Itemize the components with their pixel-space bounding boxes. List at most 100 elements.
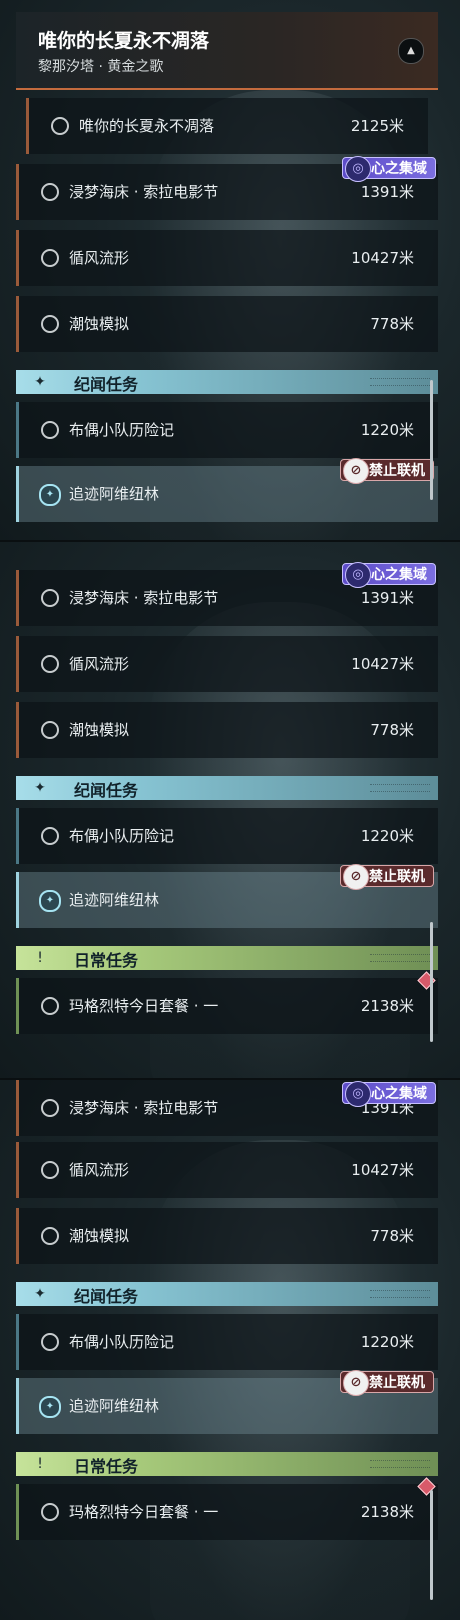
quest-label: 浸梦海床 · 索拉电影节 [69, 183, 219, 201]
quest-label: 潮蚀模拟 [69, 315, 130, 333]
alert-icon: ! [37, 950, 43, 966]
circle-icon [41, 249, 59, 267]
quest-label: 潮蚀模拟 [69, 1227, 130, 1245]
quest-distance: 1220米 [360, 827, 414, 845]
quest-label: 循风流形 [69, 655, 130, 673]
quest-distance: 2125米 [350, 117, 404, 135]
quest-step-row[interactable]: 唯你的长夏永不凋落 2125米 [26, 98, 428, 154]
quest-row-doll[interactable]: 布偶小队历险记 1220米 [16, 402, 438, 458]
no-multiplayer-icon: ⊘ [343, 458, 369, 484]
section-title: 纪闻任务 [74, 781, 139, 800]
quest-label: 玛格烈特今日套餐 · 一 [69, 1503, 219, 1521]
quest-label: 布偶小队历险记 [69, 1333, 175, 1351]
section-title: 纪闻任务 [74, 375, 139, 394]
circle-icon [41, 1333, 59, 1351]
decorative-stamp [370, 1460, 430, 1468]
tracking-icon: ✦ [39, 484, 61, 506]
quest-label: 浸梦海床 · 索拉电影节 [69, 589, 219, 607]
scrollbar[interactable] [430, 922, 433, 1042]
circle-icon [41, 1099, 59, 1117]
no-online-badge-label: 禁止联机 [369, 869, 425, 885]
no-online-badge-label: 禁止联机 [369, 463, 425, 479]
quest-label: 潮蚀模拟 [69, 721, 130, 739]
realm-badge-label: 心之集域 [371, 567, 427, 583]
decorative-stamp [370, 784, 430, 792]
section-title: 日常任务 [74, 1457, 139, 1476]
scrollbar[interactable] [430, 1490, 433, 1600]
quest-row-doll[interactable]: 布偶小队历险记 1220米 [16, 1314, 438, 1370]
section-header-chronicle[interactable]: ✦ 纪闻任务 [16, 776, 438, 800]
quest-row-daily[interactable]: 玛格烈特今日套餐 · 一 2138米 [16, 1484, 438, 1540]
quest-distance: 1220米 [360, 1333, 414, 1351]
quest-subtitle: 黎那汐塔 · 黄金之歌 [38, 59, 164, 75]
decorative-stamp [370, 954, 430, 962]
realm-badge: ◎ 心之集域 [342, 562, 436, 588]
quest-title: 唯你的长夏永不凋落 [38, 30, 210, 52]
section-header-daily[interactable]: ! 日常任务 [16, 946, 438, 970]
section-header-daily[interactable]: ! 日常任务 [16, 1452, 438, 1476]
quest-panel-frame-2: 浸梦海床 · 索拉电影节 1391米 ◎ 心之集域 循风流形 10427米 潮蚀… [0, 542, 460, 1078]
circle-icon [41, 827, 59, 845]
quest-label: 追迹阿维纽林 [69, 1397, 160, 1415]
quest-label: 循风流形 [69, 249, 130, 267]
main-quest-header[interactable]: 唯你的长夏永不凋落 黎那汐塔 · 黄金之歌 ▲ [16, 12, 438, 90]
quest-row-erosion[interactable]: 潮蚀模拟 778米 [16, 702, 438, 758]
quest-row-wind[interactable]: 循风流形 10427米 [16, 636, 438, 692]
quest-label: 玛格烈特今日套餐 · 一 [69, 997, 219, 1015]
swirl-icon: ◎ [345, 156, 371, 182]
quest-label: 循风流形 [69, 1161, 130, 1179]
decorative-stamp [370, 378, 430, 386]
sparkle-icon: ✦ [34, 374, 46, 390]
quest-distance: 778米 [370, 1227, 414, 1245]
quest-distance: 778米 [370, 721, 414, 739]
quest-label: 浸梦海床 · 索拉电影节 [69, 1099, 219, 1117]
circle-icon [41, 655, 59, 673]
quest-label: 布偶小队历险记 [69, 421, 175, 439]
quest-row-erosion[interactable]: 潮蚀模拟 778米 [16, 296, 438, 352]
sparkle-icon: ✦ [34, 1286, 46, 1302]
no-online-badge-label: 禁止联机 [369, 1375, 425, 1391]
quest-distance: 10427米 [351, 249, 414, 267]
section-header-chronicle[interactable]: ✦ 纪闻任务 [16, 1282, 438, 1306]
no-online-badge: ⊘ 禁止联机 [340, 458, 434, 484]
alert-icon: ! [37, 1456, 43, 1472]
quest-step-label: 唯你的长夏永不凋落 [79, 117, 215, 135]
circle-icon [41, 1227, 59, 1245]
circle-icon [41, 997, 59, 1015]
realm-badge: ◎ 心之集域 [342, 1081, 436, 1107]
realm-badge-label: 心之集域 [371, 161, 427, 177]
quest-label: 追迹阿维纽林 [69, 891, 160, 909]
swirl-icon: ◎ [345, 562, 371, 588]
quest-distance: 1391米 [360, 183, 414, 201]
chevron-up-icon[interactable]: ▲ [398, 38, 424, 64]
quest-distance: 778米 [370, 315, 414, 333]
quest-label: 布偶小队历险记 [69, 827, 175, 845]
circle-icon [41, 721, 59, 739]
no-online-badge: ⊘ 禁止联机 [340, 1370, 434, 1396]
section-header-chronicle[interactable]: ✦ 纪闻任务 [16, 370, 438, 394]
sparkle-icon: ✦ [34, 780, 46, 796]
quest-row-wind[interactable]: 循风流形 10427米 [16, 230, 438, 286]
no-multiplayer-icon: ⊘ [343, 1370, 369, 1396]
no-multiplayer-icon: ⊘ [343, 864, 369, 890]
quest-distance: 1391米 [360, 589, 414, 607]
decorative-stamp [370, 1290, 430, 1298]
circle-icon [51, 117, 69, 135]
circle-icon [41, 183, 59, 201]
circle-icon [41, 421, 59, 439]
tracking-icon: ✦ [39, 1396, 61, 1418]
quest-row-doll[interactable]: 布偶小队历险记 1220米 [16, 808, 438, 864]
quest-label: 追迹阿维纽林 [69, 485, 160, 503]
no-online-badge: ⊘ 禁止联机 [340, 864, 434, 890]
swirl-icon: ◎ [345, 1081, 371, 1107]
quest-distance: 2138米 [360, 1503, 414, 1521]
quest-distance: 1220米 [360, 421, 414, 439]
quest-distance: 2138米 [360, 997, 414, 1015]
circle-icon [41, 1503, 59, 1521]
quest-panel-frame-3: 浸梦海床 · 索拉电影节 1391米 ◎ 心之集域 循风流形 10427米 潮蚀… [0, 1080, 460, 1620]
quest-row-wind[interactable]: 循风流形 10427米 [16, 1142, 438, 1198]
quest-row-erosion[interactable]: 潮蚀模拟 778米 [16, 1208, 438, 1264]
scrollbar[interactable] [430, 380, 433, 500]
quest-row-daily[interactable]: 玛格烈特今日套餐 · 一 2138米 [16, 978, 438, 1034]
circle-icon [41, 1161, 59, 1179]
